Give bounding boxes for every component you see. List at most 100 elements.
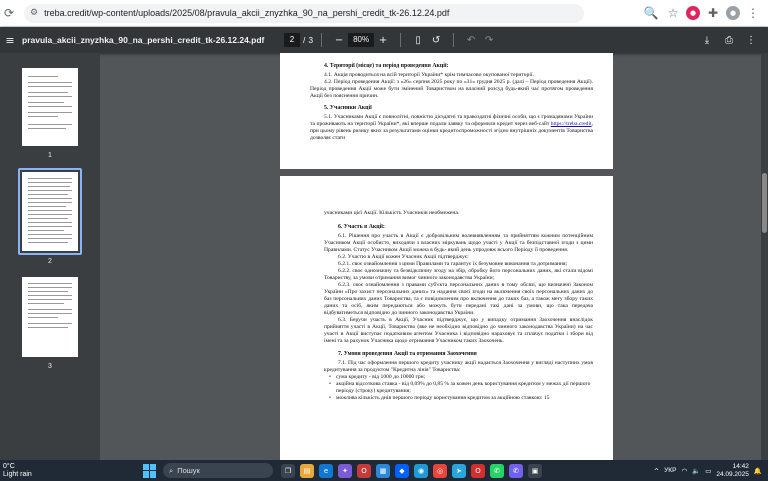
zoom-icon[interactable]: 🔍	[642, 4, 660, 22]
thumbnail-number: 2	[48, 258, 52, 265]
thumb-line	[28, 313, 72, 314]
scrollbar-thumb[interactable]	[762, 173, 767, 233]
thumb-line	[28, 287, 72, 288]
thumbnail-number: 1	[48, 152, 52, 159]
paragraph: 7.1. Під час оформлення першого кредиту …	[324, 360, 593, 373]
thumb-line	[28, 210, 72, 211]
office-icon[interactable]: O	[357, 463, 371, 478]
thumb-line	[28, 178, 72, 179]
browser-menu-icon[interactable]: ⋮	[744, 4, 762, 22]
windows-taskbar: 0°C Light rain ⌕ Пошук ❐ ▤ e ✦ O ▦ ◆ ◉ ◎…	[0, 460, 768, 481]
thumb-line	[28, 214, 72, 215]
search-placeholder: Пошук	[177, 466, 200, 475]
app-icon[interactable]: ◉	[414, 463, 428, 478]
list-item: акційна відсоткова ставка - від 0,09% до…	[329, 381, 593, 395]
thumb-line	[28, 102, 64, 103]
taskbar-search[interactable]: ⌕ Пошук	[163, 463, 273, 478]
zoom-in-button[interactable]: +	[374, 35, 392, 46]
viber-icon[interactable]: ✆	[509, 463, 523, 478]
treba-credit-link[interactable]: https://treba.credit	[551, 121, 592, 127]
thumb-line	[28, 124, 72, 125]
extensions-puzzle-icon[interactable]: ✚	[704, 4, 722, 22]
paragraph: 6.3. Беручи участь в Акції, Учасник підт…	[324, 317, 593, 344]
clock-date: 24.09.2025	[716, 470, 749, 478]
redo-icon[interactable]: ↷	[480, 35, 498, 46]
pdf-page-1: 4. Території (місце) та період проведенн…	[280, 53, 613, 169]
thumb-line	[28, 323, 72, 324]
opera-icon[interactable]: O	[471, 463, 485, 478]
battery-icon[interactable]: ▭	[705, 467, 711, 475]
store-icon[interactable]: ▦	[376, 463, 390, 478]
hamburger-menu-icon[interactable]: ≡	[0, 34, 20, 47]
profile-avatar-icon[interactable]: ●	[726, 6, 740, 20]
extension-adblock-icon[interactable]: ●	[686, 6, 700, 20]
address-bar[interactable]: ⚙ treba.credit/wp-content/uploads/2025/0…	[24, 3, 584, 23]
print-icon[interactable]: ⎙	[720, 35, 738, 46]
paragraph: 6.2.3. своє ознайомлення з правами суб'є…	[324, 282, 593, 316]
site-info-icon[interactable]: ⚙	[30, 8, 38, 18]
bookmark-star-icon[interactable]: ☆	[664, 4, 682, 22]
thumb-line	[28, 128, 66, 129]
chrome-icon[interactable]: ◎	[433, 463, 447, 478]
weather-desc: Light rain	[3, 470, 32, 478]
thumb-line	[28, 116, 58, 117]
url-text: treba.credit/wp-content/uploads/2025/08/…	[44, 8, 450, 18]
windows-start-icon[interactable]	[143, 463, 157, 478]
thumb-line	[28, 86, 72, 87]
tray-chevron-icon[interactable]: ^	[654, 467, 659, 475]
divider	[321, 33, 323, 47]
pdf-title: pravula_akcii_znyzhka_90_na_pershi_credi…	[22, 35, 265, 45]
zoom-out-button[interactable]: −	[330, 35, 348, 46]
thumb-line	[28, 218, 68, 219]
section-heading: 4. Території (місце) та період проведенн…	[324, 63, 449, 69]
section-heading: 5. Учасники Акції	[324, 105, 372, 111]
thumb-line	[28, 242, 68, 243]
copilot-icon[interactable]: ✦	[338, 463, 352, 478]
paragraph: учасниками цієї Акції. Кількість Учасник…	[324, 210, 460, 216]
thumb-line	[28, 96, 72, 97]
notifications-icon[interactable]: 🔔	[754, 467, 762, 475]
edge-icon[interactable]: e	[319, 463, 333, 478]
system-clock[interactable]: 14:42 24.09.2025	[716, 463, 749, 479]
page-number-input[interactable]: 2	[284, 33, 300, 47]
thumb-line	[28, 291, 68, 292]
whatsapp-icon[interactable]: ✆	[490, 463, 504, 478]
thumb-line	[28, 82, 72, 83]
thumb-line	[28, 198, 72, 199]
section-heading: 6. Участь в Акції:	[338, 224, 385, 230]
more-actions-icon[interactable]: ⋮	[742, 35, 760, 46]
vertical-scrollbar[interactable]	[761, 53, 768, 460]
download-icon[interactable]: ⤓	[698, 35, 716, 46]
page-thumbnail-3[interactable]	[22, 277, 78, 357]
paragraph: 4.2. Період проведення Акції: з «26» сер…	[310, 79, 593, 99]
pdf-viewer[interactable]: 4. Території (місце) та період проведенн…	[100, 53, 768, 460]
dropbox-icon[interactable]: ◆	[395, 463, 409, 478]
volume-icon[interactable]: 🔈	[692, 467, 700, 475]
thumb-line	[28, 327, 68, 328]
paragraph: 5.1. Учасниками Акції є повнолітні, повн…	[310, 114, 593, 142]
thumb-line	[28, 317, 58, 318]
language-indicator[interactable]: УКР	[664, 467, 676, 474]
pdf-page-2: учасниками цієї Акції. Кількість Учасник…	[280, 176, 613, 460]
thumb-line	[28, 222, 72, 223]
thumb-line	[28, 303, 64, 304]
paragraph: 6.2. Участю в Акції кожен Учасник Акції …	[338, 254, 469, 260]
thumbnail-number: 3	[48, 363, 52, 370]
page-total: 3	[308, 35, 314, 45]
reload-icon[interactable]: ⟳	[0, 4, 18, 22]
divider	[453, 33, 455, 47]
thumb-line	[28, 238, 72, 239]
task-view-icon[interactable]: ❐	[281, 463, 295, 478]
undo-icon[interactable]: ↶	[462, 35, 480, 46]
page-thumbnail-1[interactable]	[22, 68, 78, 146]
rotate-icon[interactable]: ↺	[427, 35, 445, 46]
page-thumbnail-2[interactable]	[22, 172, 78, 251]
fit-page-icon[interactable]: ▯	[409, 35, 427, 46]
app-icon[interactable]: ▣	[528, 463, 542, 478]
weather-widget[interactable]: 0°C Light rain	[0, 463, 60, 479]
zoom-input[interactable]: 80%	[348, 33, 375, 47]
file-explorer-icon[interactable]: ▤	[300, 463, 314, 478]
wifi-icon[interactable]: ◠	[681, 467, 687, 475]
telegram-icon[interactable]: ➤	[452, 463, 466, 478]
browser-toolbar: ⟳ ⚙ treba.credit/wp-content/uploads/2025…	[0, 0, 768, 27]
